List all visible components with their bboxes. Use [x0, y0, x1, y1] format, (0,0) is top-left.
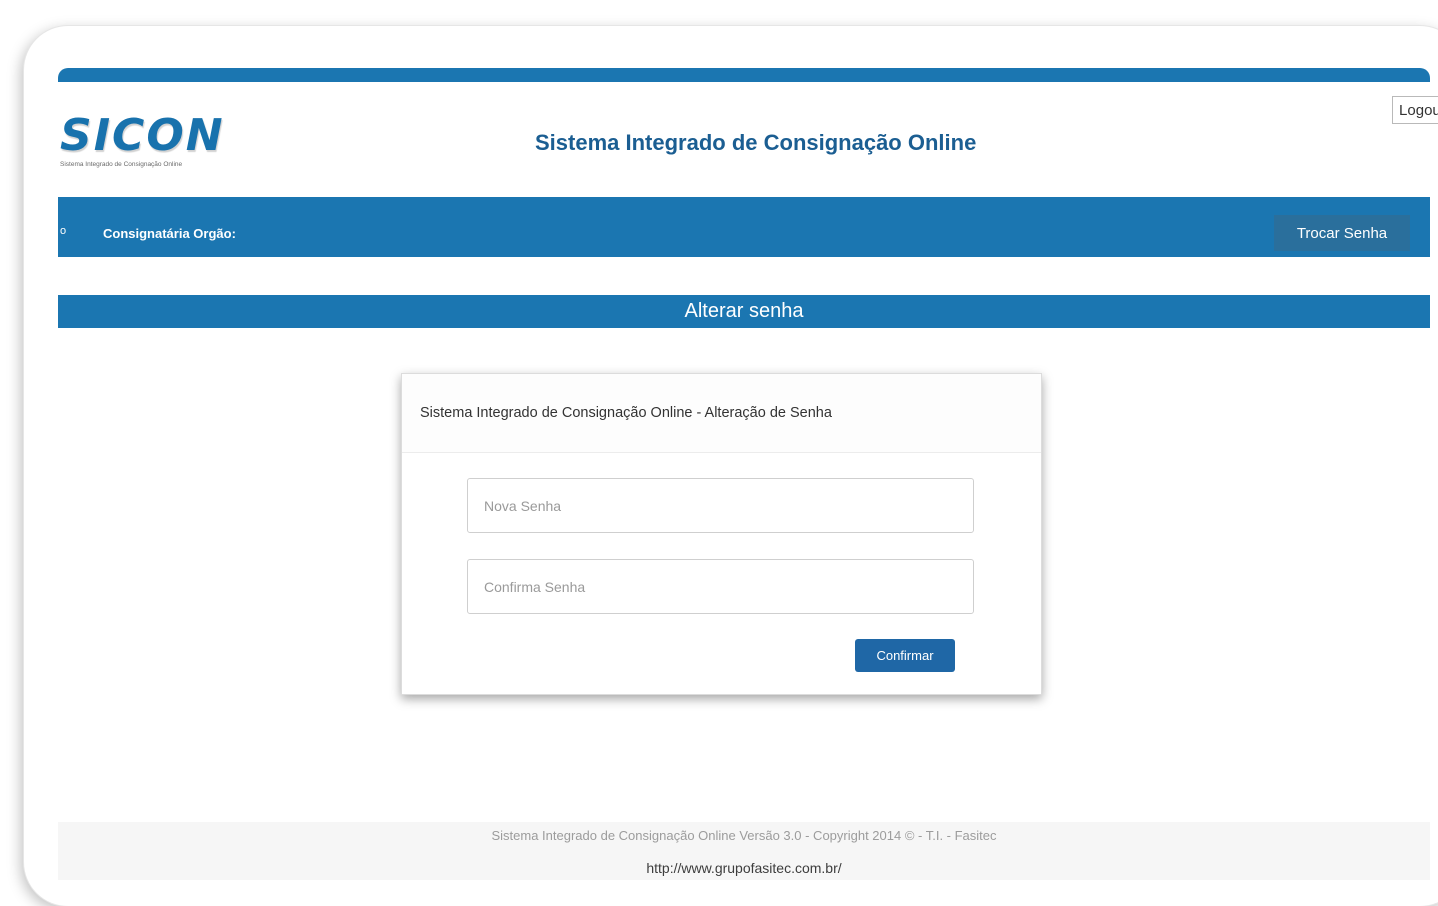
footer-link[interactable]: http://www.grupofasitec.com.br/: [58, 860, 1430, 876]
consignataria-label: Consignatária Orgão:: [103, 226, 236, 241]
logo-text: SICON: [60, 110, 225, 161]
section-title: Alterar senha: [58, 295, 1430, 328]
change-password-card: Sistema Integrado de Consignação Online …: [401, 373, 1042, 695]
nav-item-partial[interactable]: o: [60, 225, 66, 237]
logo-subtitle: Sistema Integrado de Consignação Online: [60, 161, 183, 168]
card-header: Sistema Integrado de Consignação Online …: [402, 374, 1041, 453]
new-password-input[interactable]: [467, 478, 974, 533]
confirm-password-input[interactable]: [467, 559, 974, 614]
app-title: Sistema Integrado de Consignação Online: [535, 130, 977, 155]
confirm-button[interactable]: Confirmar: [855, 639, 955, 672]
footer-copyright: Sistema Integrado de Consignação Online …: [491, 828, 997, 843]
logout-button[interactable]: Logout: [1392, 96, 1438, 124]
sicon-logo: SICON Sistema Integrado de Consignação O…: [60, 112, 270, 178]
card-title: Sistema Integrado de Consignação Online …: [420, 405, 832, 421]
nav-bar: o Consignatária Orgão: Trocar Senha: [58, 197, 1430, 257]
footer: Sistema Integrado de Consignação Online …: [58, 822, 1430, 880]
change-password-button[interactable]: Trocar Senha: [1274, 215, 1410, 251]
top-stripe: [58, 68, 1430, 82]
